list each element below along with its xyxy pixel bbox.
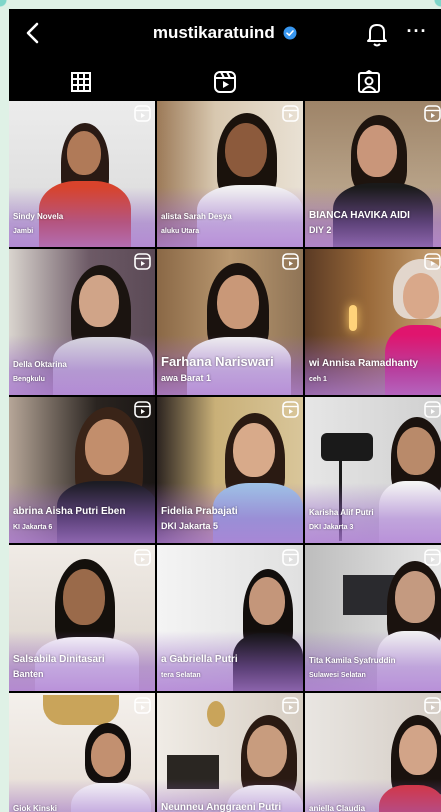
post-tile[interactable]: Salsabila Dinitasari Banten — [9, 545, 155, 691]
grid-icon — [71, 71, 91, 92]
post-caption-region: DKI Jakarta 5 — [161, 521, 219, 531]
post-caption-name: alista Sarah Desya — [161, 212, 232, 221]
post-tile[interactable]: Fidelia Prabajati DKI Jakarta 5 — [157, 397, 303, 543]
post-caption-name: a Gabriella Putri — [161, 654, 238, 665]
post-caption-name: Sindy Novela — [13, 212, 64, 221]
posts-grid: Sindy Novela Jambi alista Sarah Desya al… — [9, 101, 441, 812]
post-caption-name: BIANCA HAVIKA AIDI — [309, 210, 410, 221]
bell-icon — [367, 24, 387, 47]
reel-icon — [134, 401, 151, 418]
app-frame: mustikaratuind ··· Sindy Novela Jambi al… — [9, 9, 441, 812]
post-caption-region: awa Barat 1 — [161, 373, 212, 383]
tab-tagged[interactable] — [297, 59, 441, 104]
post-caption-name: abrina Aisha Putri Eben — [13, 506, 126, 517]
post-tile[interactable]: Farhana Nariswari awa Barat 1 — [157, 249, 303, 395]
reel-icon — [134, 253, 151, 270]
reel-icon — [424, 105, 441, 122]
post-caption-name: Giok Kinski — [13, 804, 58, 812]
post-tile[interactable]: Tita Kamila Syafruddin Sulawesi Selatan — [305, 545, 441, 691]
post-tile[interactable]: Della Oktarina Bengkulu — [9, 249, 155, 395]
post-caption-name: Neunneu Anggraeni Putri — [161, 802, 282, 812]
post-tile[interactable]: a Gabriella Putri tera Selatan — [157, 545, 303, 691]
post-caption-region: Banten — [13, 669, 44, 679]
post-tile[interactable]: alista Sarah Desya aluku Utara — [157, 101, 303, 247]
post-caption-name: Tita Kamila Syafruddin — [309, 656, 396, 665]
post-tile[interactable]: Neunneu Anggraeni Putri — [157, 693, 303, 812]
post-caption-name: Farhana Nariswari — [161, 354, 274, 369]
post-tile[interactable]: aniella Claudia — [305, 693, 441, 812]
post-caption-name: aniella Claudia — [309, 804, 366, 812]
post-caption-region: tera Selatan — [161, 672, 201, 679]
tab-reels[interactable] — [153, 59, 297, 104]
profile-header: mustikaratuind ··· — [9, 9, 441, 59]
notifications-button[interactable] — [364, 20, 390, 48]
post-caption-region: Sulawesi Selatan — [309, 672, 366, 679]
post-caption-region: ceh 1 — [309, 376, 327, 383]
reel-icon — [424, 253, 441, 270]
tab-grid[interactable] — [9, 59, 153, 104]
post-caption-region: Jambi — [13, 228, 34, 235]
reel-icon — [282, 253, 299, 270]
profile-username: mustikaratuind — [152, 23, 275, 42]
profile-tabs — [9, 59, 441, 104]
post-caption-region: aluku Utara — [161, 228, 200, 235]
reels-icon — [214, 70, 236, 93]
post-caption-region: KI Jakarta 6 — [13, 524, 53, 531]
post-caption-region: DKI Jakarta 3 — [309, 524, 354, 531]
tagged-icon — [358, 69, 380, 93]
post-tile[interactable]: wi Annisa Ramadhanty ceh 1 — [305, 249, 441, 395]
reel-icon — [282, 697, 299, 714]
post-tile[interactable]: abrina Aisha Putri Eben KI Jakarta 6 — [9, 397, 155, 543]
post-tile[interactable]: Sindy Novela Jambi — [9, 101, 155, 247]
reel-icon — [424, 401, 441, 418]
reel-icon — [282, 105, 299, 122]
post-caption-name: Della Oktarina — [13, 360, 67, 369]
reel-icon — [134, 549, 151, 566]
post-caption-name: Salsabila Dinitasari — [13, 654, 105, 665]
post-caption-region: DIY 2 — [309, 225, 332, 235]
post-tile[interactable]: Giok Kinski — [9, 693, 155, 812]
post-tile[interactable]: Karisha Alif Putri DKI Jakarta 3 — [305, 397, 441, 543]
post-caption-name: Karisha Alif Putri — [309, 508, 374, 517]
post-caption-region: Bengkulu — [13, 376, 45, 383]
reel-icon — [424, 697, 441, 714]
reel-icon — [134, 105, 151, 122]
more-options-button[interactable]: ··· — [404, 22, 430, 44]
reel-icon — [282, 401, 299, 418]
verified-badge-icon — [283, 26, 297, 40]
reel-icon — [424, 549, 441, 566]
post-tile[interactable]: BIANCA HAVIKA AIDI DIY 2 — [305, 101, 441, 247]
reel-icon — [134, 697, 151, 714]
post-caption-name: wi Annisa Ramadhanty — [309, 358, 419, 369]
post-caption-name: Fidelia Prabajati — [161, 506, 238, 517]
reel-icon — [282, 549, 299, 566]
